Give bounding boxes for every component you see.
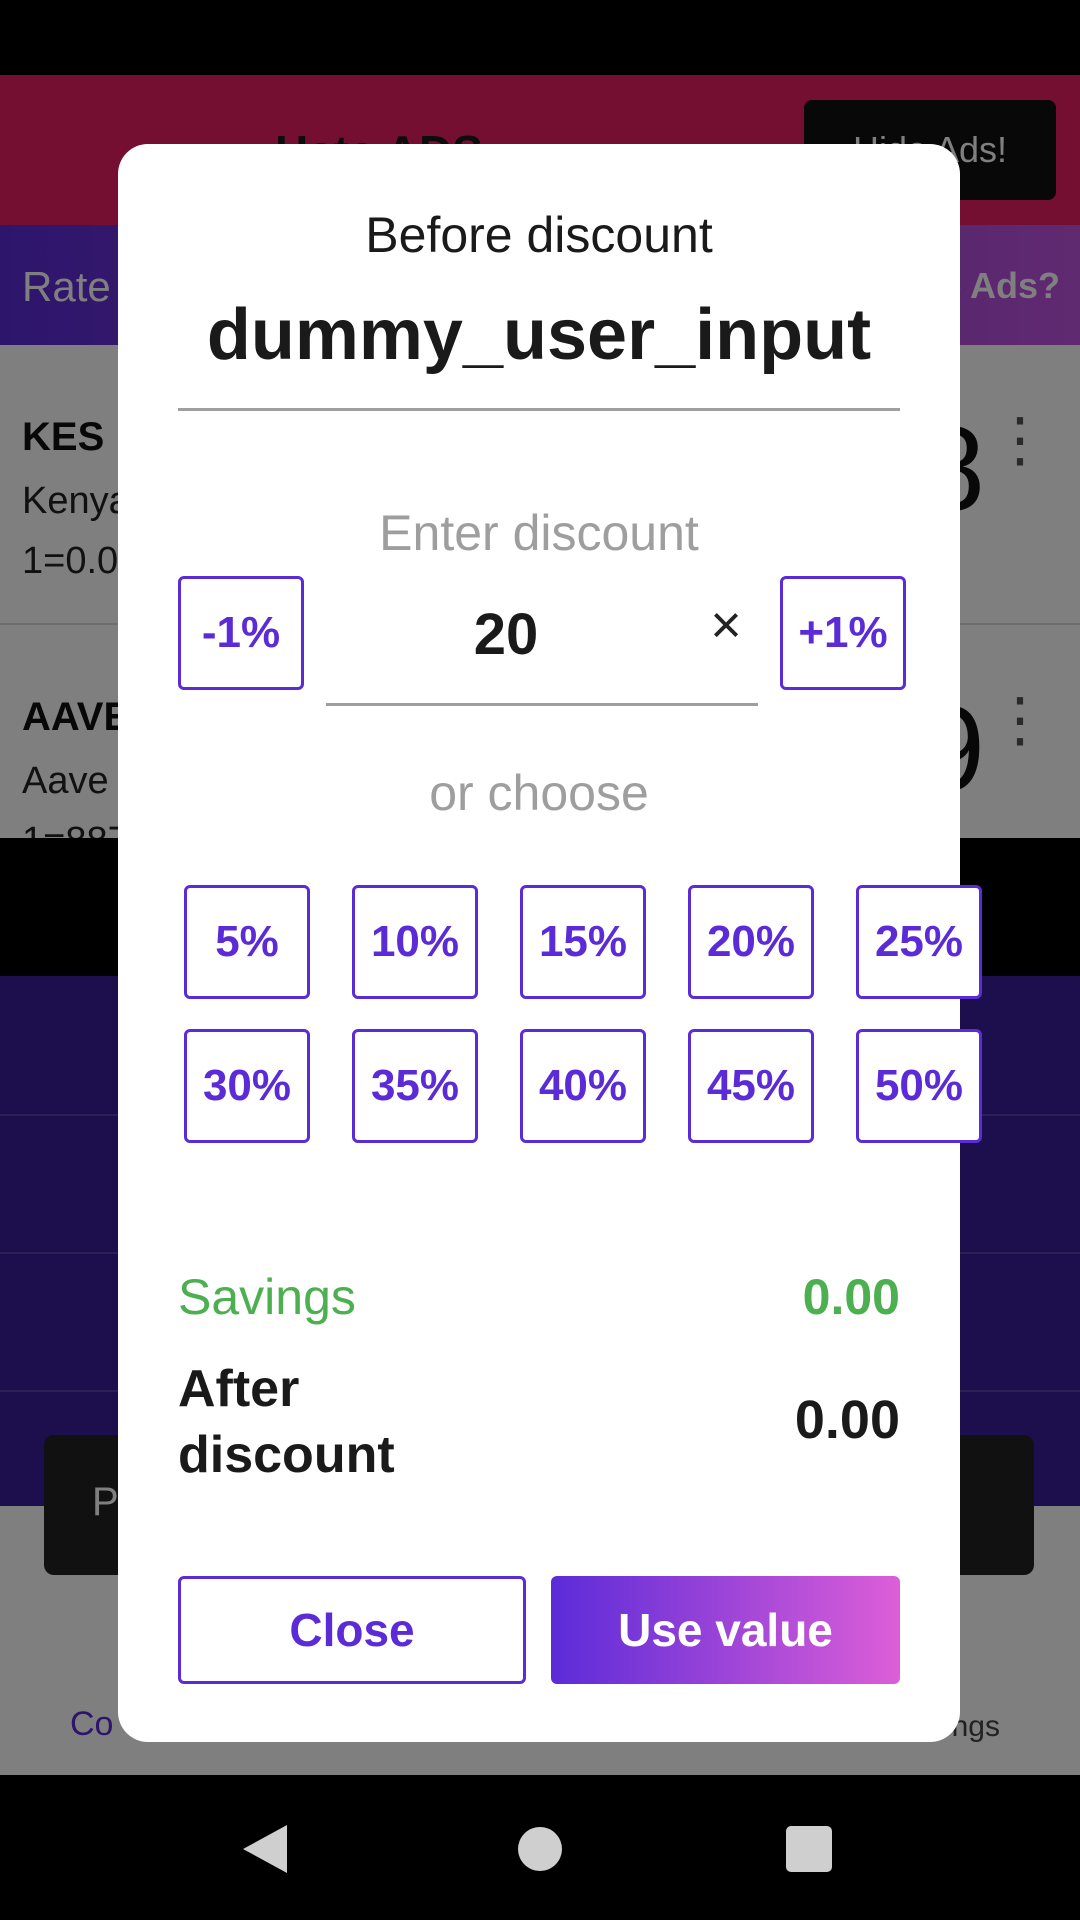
- close-icon[interactable]: ×: [701, 598, 751, 652]
- preset-45-button[interactable]: 45%: [688, 1029, 814, 1143]
- dialog-title: Before discount: [365, 207, 713, 263]
- or-choose-label: or choose: [429, 765, 649, 821]
- preset-15-button[interactable]: 15%: [520, 885, 646, 999]
- back-icon[interactable]: [243, 1825, 287, 1873]
- use-value-button[interactable]: Use value: [551, 1576, 900, 1684]
- enter-discount-label: Enter discount: [379, 505, 699, 561]
- savings-value: 0.00: [802, 1269, 900, 1325]
- preset-20-button[interactable]: 20%: [688, 885, 814, 999]
- savings-label: Savings: [178, 1269, 356, 1325]
- before-discount-value[interactable]: dummy_user_input: [118, 294, 960, 376]
- after-discount-label: After discount: [178, 1360, 395, 1484]
- after-discount-value: 0.00: [794, 1390, 900, 1450]
- home-icon[interactable]: [518, 1827, 562, 1871]
- preset-50-button[interactable]: 50%: [856, 1029, 982, 1143]
- value-underline: [178, 408, 900, 411]
- preset-30-button[interactable]: 30%: [184, 1029, 310, 1143]
- decrease-percent-button[interactable]: -1%: [178, 576, 304, 690]
- increase-percent-button[interactable]: +1%: [780, 576, 906, 690]
- status-bar: [0, 0, 1080, 75]
- preset-40-button[interactable]: 40%: [520, 1029, 646, 1143]
- close-button[interactable]: Close: [178, 1576, 526, 1684]
- discount-dialog: Before discount dummy_user_input Enter d…: [118, 144, 982, 1742]
- recents-icon[interactable]: [786, 1826, 832, 1872]
- preset-5-button[interactable]: 5%: [184, 885, 310, 999]
- preset-35-button[interactable]: 35%: [352, 1029, 478, 1143]
- preset-25-button[interactable]: 25%: [856, 885, 982, 999]
- preset-10-button[interactable]: 10%: [352, 885, 478, 999]
- discount-input[interactable]: [326, 584, 686, 684]
- discount-underline: [326, 703, 758, 706]
